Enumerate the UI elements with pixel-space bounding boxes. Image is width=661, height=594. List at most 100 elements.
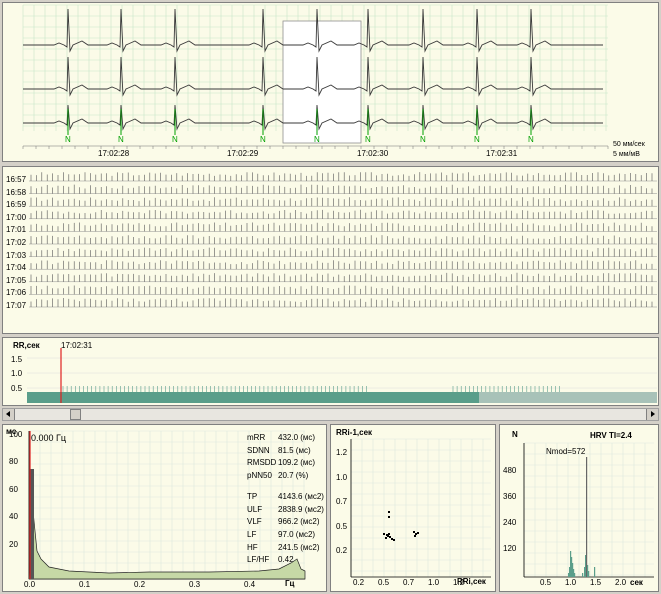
beat-marker-label: N [314, 135, 320, 144]
scatter-ytick-3: 0.7 [336, 497, 348, 506]
trend-hour-label-1: 16:57 [6, 175, 27, 184]
histogram-xtick-4: 2.0 [615, 578, 627, 587]
histogram-bar [594, 567, 596, 577]
rr-trend-spikes [62, 386, 560, 392]
hrv-stat-row-vlf: VLF 966.2 (мс2) [247, 517, 326, 527]
beat-marker-label: N [65, 135, 71, 144]
beat-marker-label: N [365, 135, 371, 144]
spectrum-ytick-3: 60 [9, 484, 18, 494]
spectrum-xtick-2: 0.1 [79, 580, 91, 589]
scatter-point [385, 537, 387, 539]
hrv-stat-name: VLF [247, 517, 262, 527]
spectrum-panel[interactable]: мс 0.000 Гц Гц 100 80 60 40 20 0.0 0.1 0.2 0.3 0.… [2, 424, 327, 592]
trend-row-trace [30, 172, 653, 181]
spectrum-ytick-4: 40 [9, 512, 18, 522]
rr-trend-fill [27, 392, 479, 403]
trend-row-trace [30, 209, 653, 219]
arrow-left-icon [6, 411, 10, 417]
hrv-stat-row-lf: LF 97.0 (мс2) [247, 530, 326, 539]
trend-hour-label-7: 17:03 [6, 250, 27, 260]
trend-hour-label-9: 17:05 [6, 275, 27, 285]
beat-marker-label: N [260, 135, 266, 144]
histogram-ytick-4: 120 [503, 544, 517, 553]
scatter-ylabel: RRi-1,сек [336, 428, 373, 437]
hrv-stat-row-hf: HF 241.5 (мс2) [247, 542, 326, 552]
trend-hour-label-5: 17:01 [6, 225, 27, 235]
rr-ytick-3: 0.5 [11, 384, 23, 393]
histogram-xtick-3: 1.5 [590, 578, 602, 587]
histogram-bar [582, 573, 584, 577]
hrv-stat-value: 4143.6 (мс2) [278, 491, 324, 501]
rr-trend-fill-pale [479, 392, 657, 403]
ecg-time-label-1: 17:02:28 [98, 149, 130, 158]
histogram-bar [588, 571, 590, 577]
histogram-ylabel: N [512, 430, 518, 439]
hrv-stat-row-rmsdd: RMSDD 109.2 (мс) [247, 458, 326, 468]
spectrum-xtick-4: 0.3 [189, 580, 201, 589]
scroll-right-button[interactable] [646, 409, 658, 420]
trend-row-trace [30, 247, 653, 257]
spectrum-cursor-readout: 0.000 Гц [31, 433, 67, 443]
scatter-xtick-3: 0.7 [403, 578, 415, 587]
histogram-annotation: Nmod=572 [546, 447, 586, 456]
ecg-trend-panel[interactable]: 16:57 16:58 16:59 17:00 17:01 17:02 17:03 17:04… [2, 166, 659, 334]
hrv-stat-value: 81.5 (мс) [278, 445, 311, 455]
histogram-bar [586, 457, 588, 577]
scatter-xtick-4: 1.0 [428, 578, 440, 587]
scroll-thumb[interactable] [70, 409, 81, 420]
histogram-ytick-2: 360 [503, 492, 517, 501]
histogram-xtick-2: 1.0 [565, 578, 577, 587]
hrv-stat-row-lf-hf: LF/HF 0.42 [247, 555, 326, 565]
scatter-point [413, 531, 415, 533]
spectrum-xtick-5: 0.4 [244, 580, 256, 589]
trend-waveform [29, 172, 657, 308]
histogram-panel[interactable]: N HRV TI=2.4 Nmod=572 сек 480 360 240 120 0.… [499, 424, 659, 592]
ecg-speed-label: 50 мм/сек [613, 141, 645, 148]
scatter-point [388, 511, 390, 513]
ecg-strip-panel[interactable]: N N N N N N N N N 17:02:28 17:02:29 17:02:30 17:… [2, 2, 659, 162]
horizontal-scrollbar[interactable] [2, 408, 659, 421]
trend-hour-label-6: 17:02 [6, 238, 27, 247]
hrv-stat-value: 241.5 (мс2) [278, 542, 320, 552]
trend-row-trace [30, 222, 653, 232]
scatter-point [417, 532, 419, 534]
spectrum-ytick-1: 100 [9, 430, 23, 439]
trend-hour-label-3: 16:59 [6, 200, 27, 210]
scatter-point [383, 533, 385, 535]
trend-row-trace [30, 197, 653, 207]
rr-trend-panel[interactable]: RR,сек 17:02:31 1.5 1.0 0.5 [2, 337, 659, 406]
trend-row-trace [30, 235, 653, 244]
hrv-stat-row-pnn50: pNN50 20.7 (%) [247, 471, 326, 480]
histogram-ytick-1: 480 [503, 466, 517, 475]
histogram-xtick-1: 0.5 [540, 578, 552, 587]
histogram-bar [574, 573, 576, 577]
scatter-panel[interactable]: RRi-1,сек RRi,сек 1.2 1.0 0.7 0.5 0.2 0.2 0.5 0… [330, 424, 496, 592]
scatter-xtick-2: 0.5 [378, 578, 390, 587]
arrow-right-icon [651, 411, 655, 417]
ecg-selection-box [282, 20, 362, 144]
beat-marker-label: N [172, 135, 178, 144]
hrv-stat-row-tp: TP 4143.6 (мс2) [247, 491, 326, 501]
hrv-stat-name: ULF [247, 504, 263, 514]
scatter-ytick-5: 0.2 [336, 546, 348, 555]
trend-row-trace [30, 260, 653, 270]
trend-hour-label-10: 17:06 [6, 288, 27, 298]
hrv-stat-name: HF [247, 542, 258, 552]
rr-ylabel: RR,сек [13, 341, 40, 350]
beat-marker-label: N [420, 135, 426, 144]
scatter-ytick-2: 1.0 [336, 472, 348, 482]
ecg-gain-label: 5 мм/мВ [613, 151, 640, 158]
hrv-stat-value: 432.0 (мс) [278, 433, 316, 442]
hrv-stat-name: RMSDD [247, 458, 277, 468]
trend-row-trace [30, 184, 653, 194]
scroll-left-button[interactable] [3, 409, 15, 420]
rr-ytick-1: 1.5 [11, 355, 23, 364]
scatter-point [415, 533, 417, 535]
rr-trend-chart [27, 348, 657, 403]
ecg-time-label-4: 17:02:31 [486, 149, 518, 158]
beat-marker-label: N [528, 135, 534, 144]
hrv-stat-value: 0.42 [278, 555, 294, 565]
rr-ytick-2: 1.0 [11, 369, 23, 378]
trend-hour-label-2: 16:58 [6, 187, 27, 197]
hrv-stat-name: TP [247, 491, 258, 501]
